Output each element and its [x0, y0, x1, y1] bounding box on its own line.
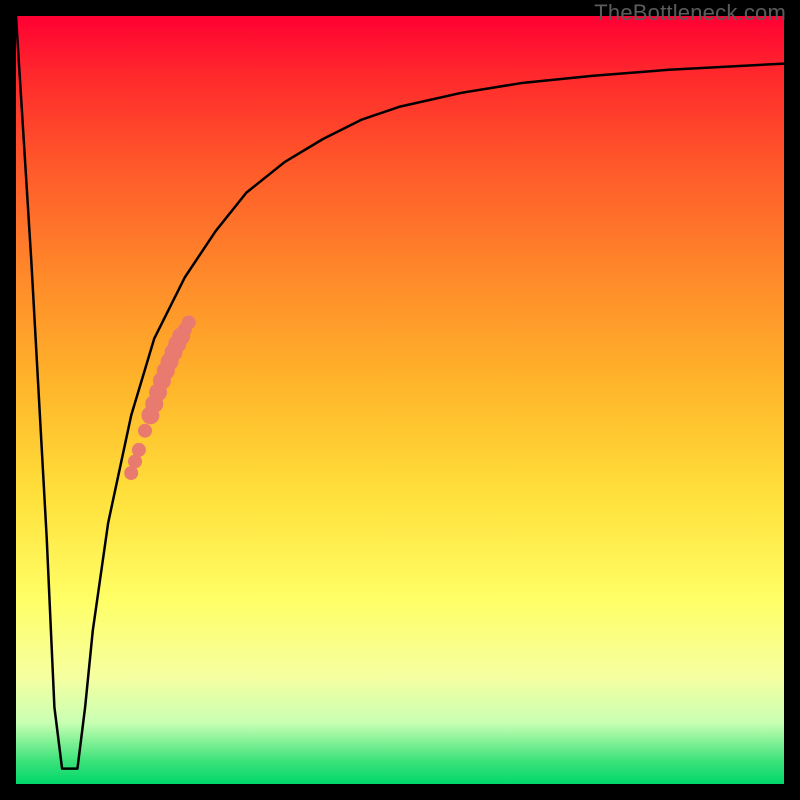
curve-svg-layer: [16, 16, 784, 784]
chart-stage: TheBottleneck.com: [0, 0, 800, 800]
dot-point: [138, 424, 152, 438]
dot-point: [132, 443, 146, 457]
dot-point: [182, 315, 196, 329]
bottleneck-curve: [16, 16, 784, 769]
highlighted-segment-dots: [124, 315, 196, 480]
